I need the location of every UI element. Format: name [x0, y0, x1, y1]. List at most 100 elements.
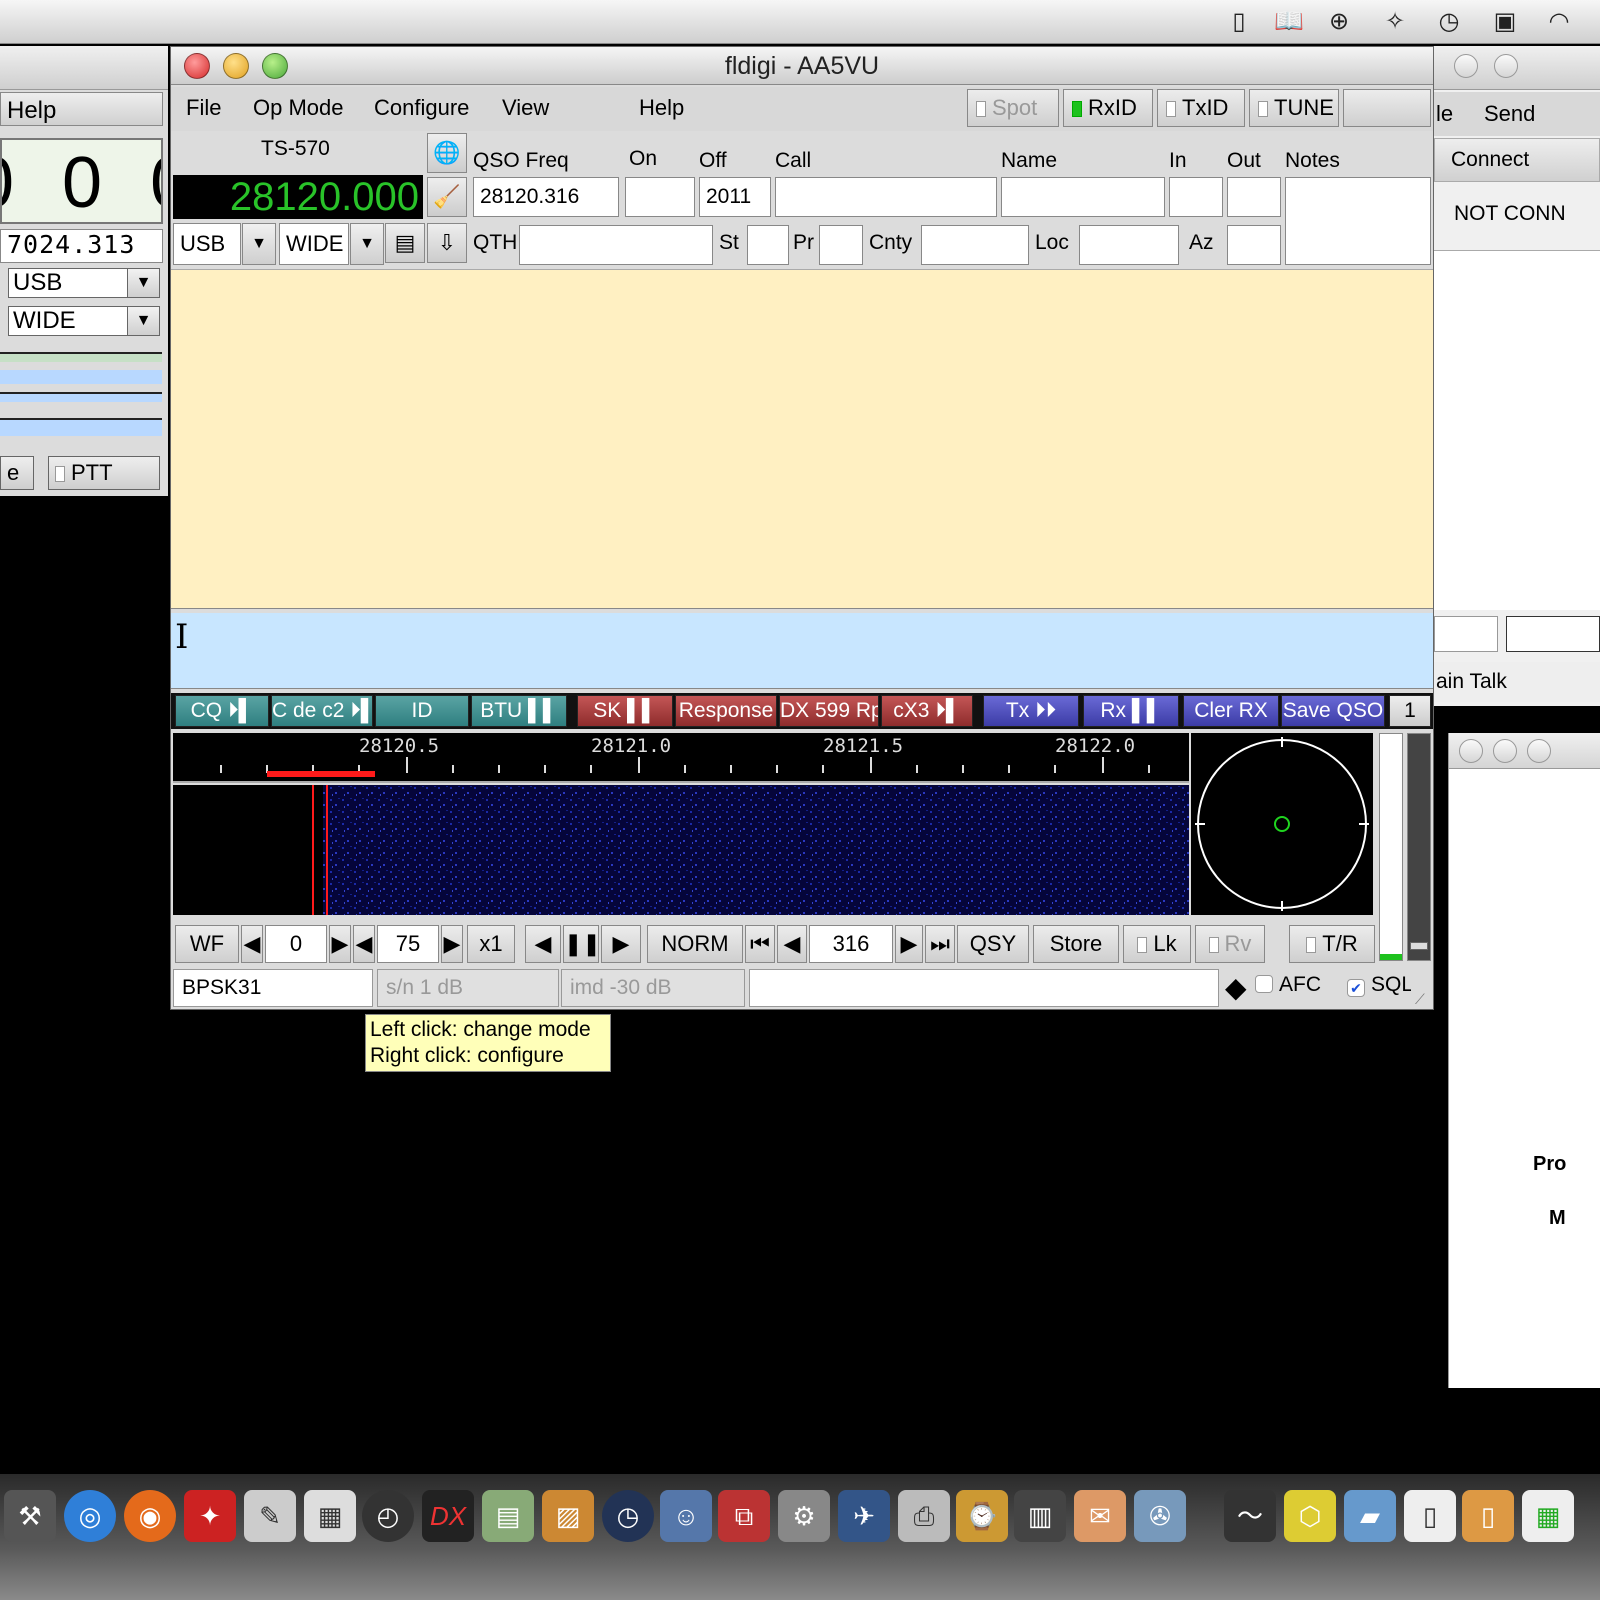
zoom-icon[interactable]: [262, 53, 288, 79]
fast-backward-icon[interactable]: ⏮: [745, 925, 775, 963]
wf-mode-button[interactable]: WF: [175, 925, 239, 963]
printer-icon[interactable]: ⎙: [898, 1490, 950, 1542]
left-help-menu[interactable]: Help: [0, 92, 163, 126]
macro-cq[interactable]: CQ ⏵▌: [175, 695, 269, 727]
range-increase-icon[interactable]: ▶: [441, 925, 463, 963]
macro-dx-599[interactable]: DX 599 Rp: [779, 695, 879, 727]
dock-app-icon[interactable]: ⧉: [718, 1490, 770, 1542]
receive-text-pane[interactable]: [171, 269, 1433, 609]
audio-freq-field[interactable]: 316: [809, 925, 893, 963]
squelch-handle[interactable]: [1410, 942, 1428, 950]
empty-toggle[interactable]: [1343, 89, 1431, 127]
dock-app-icon[interactable]: ✈: [838, 1490, 890, 1542]
transmit-text-pane[interactable]: I: [171, 613, 1433, 689]
afc-toggle[interactable]: AFC: [1255, 973, 1321, 997]
notes-field[interactable]: [1285, 177, 1431, 265]
off-field[interactable]: 2011: [699, 177, 771, 217]
wifi-icon[interactable]: ◠: [1544, 8, 1574, 36]
macro-c-de-c2[interactable]: C de c2 ⏵▌: [271, 695, 373, 727]
contacts-icon[interactable]: ☺: [660, 1490, 712, 1542]
chevron-down-icon[interactable]: ▼: [350, 223, 384, 265]
tr-checkbox[interactable]: [1306, 937, 1317, 953]
broom-icon[interactable]: 🧹: [427, 177, 467, 217]
close-icon[interactable]: [1459, 739, 1483, 763]
call-field[interactable]: [775, 177, 997, 217]
zoom-button[interactable]: x1: [467, 925, 515, 963]
right-field-2[interactable]: [1506, 616, 1600, 652]
txid-toggle[interactable]: TxID: [1157, 89, 1245, 127]
macro-cler-rx[interactable]: Cler RX: [1183, 695, 1279, 727]
menu-file[interactable]: File: [186, 95, 221, 121]
right-text-area[interactable]: [1434, 250, 1600, 610]
speed-button[interactable]: NORM: [647, 925, 743, 963]
dock-app-icon[interactable]: ⬡: [1284, 1490, 1336, 1542]
rxid-indicator[interactable]: [1072, 101, 1082, 117]
xml-document-icon[interactable]: ▯: [1462, 1490, 1514, 1542]
system-preferences-icon[interactable]: ⚙: [778, 1490, 830, 1542]
store-button[interactable]: Store: [1033, 925, 1119, 963]
range-decrease-icon[interactable]: ◀: [353, 925, 375, 963]
macro-rx[interactable]: Rx ▌▌: [1083, 695, 1179, 727]
left-mode-select[interactable]: USB ▼: [8, 268, 160, 298]
macro-tx[interactable]: Tx ⏵⏵: [983, 695, 1079, 727]
right-menu-send[interactable]: Send: [1484, 92, 1535, 136]
menu-configure[interactable]: Configure: [374, 95, 469, 121]
close-icon[interactable]: [184, 53, 210, 79]
resize-grip-icon[interactable]: ⟋: [1415, 991, 1425, 1008]
dock-app-icon[interactable]: ✦: [184, 1490, 236, 1542]
dock-app-icon[interactable]: ✉: [1074, 1490, 1126, 1542]
chevron-down-icon[interactable]: ▼: [127, 307, 159, 335]
az-field[interactable]: [1227, 225, 1281, 265]
dock-app-icon[interactable]: ⚒: [4, 1490, 56, 1542]
reverse-toggle[interactable]: Rv: [1195, 925, 1265, 963]
dx-app-icon[interactable]: DX: [422, 1490, 474, 1542]
phone-icon[interactable]: ▯: [1224, 8, 1254, 36]
offset-increase-icon[interactable]: ▶: [329, 925, 351, 963]
rig-frequency-display[interactable]: 28120.000: [173, 175, 423, 219]
time-machine-dock-icon[interactable]: ◷: [602, 1490, 654, 1542]
lock-checkbox[interactable]: [1137, 937, 1148, 953]
right-menu-file[interactable]: le: [1436, 92, 1453, 136]
macro-cx3[interactable]: cX3 ⏵▌: [881, 695, 973, 727]
qso-freq-field[interactable]: 28120.316: [473, 177, 619, 217]
mode-status[interactable]: BPSK31: [173, 969, 373, 1007]
out-field[interactable]: [1227, 177, 1281, 217]
squelch-slider[interactable]: [1407, 733, 1431, 961]
book-icon[interactable]: 📖: [1274, 8, 1304, 36]
st-field[interactable]: [747, 225, 789, 265]
ptt-checkbox[interactable]: [55, 466, 65, 482]
cnty-field[interactable]: [921, 225, 1029, 265]
dock-app-icon[interactable]: ▤: [482, 1490, 534, 1542]
afc-checkbox[interactable]: [1255, 975, 1273, 993]
step-forward-icon[interactable]: ▶: [895, 925, 923, 963]
reverse-checkbox[interactable]: [1208, 937, 1219, 953]
chevron-down-icon[interactable]: ▼: [127, 269, 159, 297]
connect-button[interactable]: Connect: [1434, 138, 1600, 182]
dashboard-icon[interactable]: ◴: [362, 1490, 414, 1542]
minimize-icon[interactable]: [223, 53, 249, 79]
fast-forward-icon[interactable]: ⏭: [925, 925, 955, 963]
loc-field[interactable]: [1079, 225, 1179, 265]
plus-icon[interactable]: ⊕: [1324, 8, 1354, 36]
spreadsheet-icon[interactable]: ▦: [1522, 1490, 1574, 1542]
menu-op-mode[interactable]: Op Mode: [253, 95, 344, 121]
database-icon[interactable]: ⇩: [427, 223, 467, 263]
zoom-icon[interactable]: [1527, 739, 1551, 763]
ptt-button[interactable]: PTT: [48, 456, 160, 490]
spot-checkbox[interactable]: [976, 101, 986, 117]
firefox-icon[interactable]: ◉: [124, 1490, 176, 1542]
tr-toggle[interactable]: T/R: [1289, 925, 1375, 963]
minimize-icon[interactable]: [1454, 54, 1478, 78]
rxid-toggle[interactable]: RxID: [1063, 89, 1153, 127]
spot-toggle[interactable]: Spot: [967, 89, 1059, 127]
rewind-icon[interactable]: ◀: [525, 925, 561, 963]
offset-field[interactable]: 0: [265, 925, 327, 963]
notebook-icon[interactable]: ▤: [385, 223, 425, 263]
display-icon[interactable]: ▣: [1490, 8, 1520, 36]
lock-toggle[interactable]: Lk: [1123, 925, 1191, 963]
range-field[interactable]: 75: [377, 925, 439, 963]
macro-save-qso[interactable]: Save QSO: [1281, 695, 1385, 727]
radio-icon[interactable]: ▥: [1014, 1490, 1066, 1542]
menu-view[interactable]: View: [502, 95, 549, 121]
pr-field[interactable]: [819, 225, 863, 265]
